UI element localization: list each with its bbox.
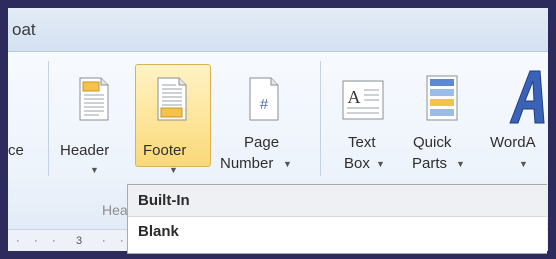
chevron-down-icon: ▼ (283, 159, 292, 169)
ruler-tick: · (34, 235, 38, 247)
text-box-label-line1: Text (348, 134, 376, 151)
group-separator (48, 61, 49, 176)
text-box-icon: A (342, 80, 384, 120)
wordart-icon (509, 70, 545, 124)
page-number-icon: # (249, 77, 279, 121)
ruler-mark: 3 (76, 235, 83, 247)
chevron-down-icon: ▼ (456, 159, 465, 169)
page-number-label-line2: Number (220, 155, 274, 172)
footer-dropdown-menu: Built-In Blank (127, 184, 547, 254)
chevron-down-icon: ▼ (376, 159, 385, 169)
chevron-down-icon: ▼ (519, 159, 528, 169)
footer-option-blank[interactable]: Blank (128, 218, 547, 248)
quick-parts-label-line2: Parts (412, 155, 448, 172)
group-label-header-footer: Hea (102, 202, 128, 218)
wordart-label: WordA (490, 134, 536, 151)
quick-parts-icon (426, 75, 458, 121)
ruler-tick: · (16, 235, 20, 247)
ruler-tick: · (52, 235, 56, 247)
group-separator (320, 61, 321, 176)
chevron-down-icon: ▼ (169, 165, 178, 175)
quick-parts-label-line1: Quick (413, 134, 452, 151)
dropdown-section-header: Built-In (128, 185, 547, 217)
text-box-glyph: A (348, 87, 361, 107)
page-number-glyph: # (260, 96, 269, 113)
partial-button-label[interactable]: ce (8, 141, 24, 160)
ruler-tick: · (120, 235, 124, 247)
text-box-label-line2: Box (344, 155, 370, 172)
page-number-label-line1: Page (244, 134, 280, 151)
footer-button-label: Footer (143, 142, 187, 159)
header-button-label: Header (60, 142, 110, 159)
chevron-down-icon: ▼ (90, 165, 99, 175)
footer-icon (157, 77, 187, 121)
window-title: oat (12, 20, 36, 39)
built-in-heading: Built-In (138, 192, 190, 209)
footer-option-label: Blank (138, 223, 179, 240)
title-bar: oat (8, 8, 548, 52)
header-icon (79, 77, 109, 121)
ruler-tick: · (102, 235, 106, 247)
